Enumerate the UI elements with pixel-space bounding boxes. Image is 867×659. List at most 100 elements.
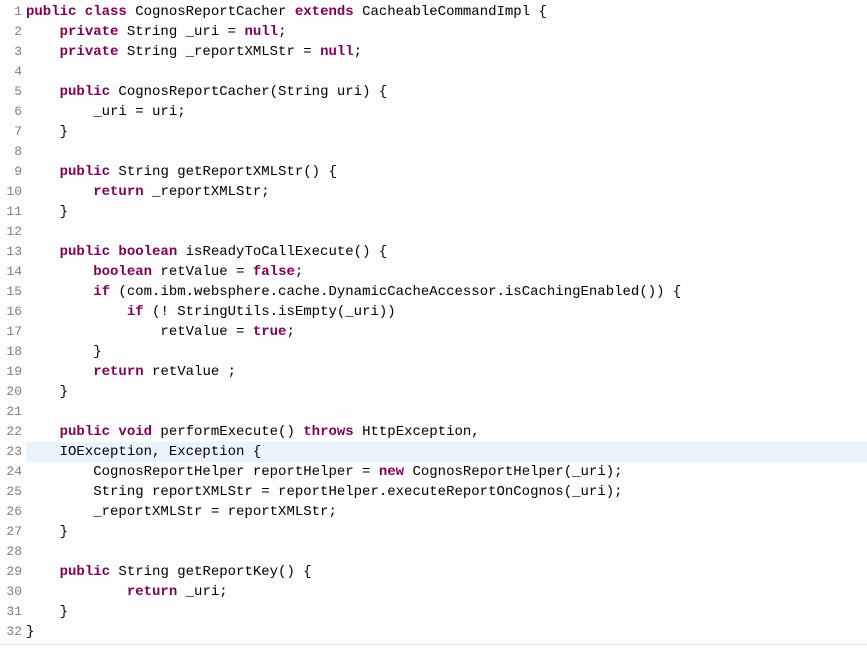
line-number: 20: [0, 382, 22, 402]
line-number: 12: [0, 222, 22, 242]
text-token: CacheableCommandImpl {: [354, 4, 547, 20]
text-token: _reportXMLStr = reportXMLStr;: [26, 504, 337, 520]
keyword-token: return: [93, 184, 143, 200]
line-number: 6: [0, 102, 22, 122]
keyword-token: public: [60, 164, 110, 180]
line-number: 7: [0, 122, 22, 142]
line-number: 29: [0, 562, 22, 582]
code-line: [26, 542, 867, 562]
line-number: 31: [0, 602, 22, 622]
text-token: String getReportXMLStr() {: [110, 164, 337, 180]
text-token: [26, 44, 60, 60]
keyword-token: public: [60, 84, 110, 100]
keyword-token: public boolean: [60, 244, 178, 260]
text-token: ;: [278, 24, 286, 40]
line-number: 24: [0, 462, 22, 482]
line-number: 2: [0, 22, 22, 42]
text-token: _uri;: [177, 584, 227, 600]
code-line: public void performExecute() throws Http…: [26, 422, 867, 442]
text-token: retValue =: [26, 324, 253, 340]
text-token: [26, 284, 93, 300]
text-token: _reportXMLStr;: [144, 184, 270, 200]
text-token: }: [26, 344, 102, 360]
text-token: [26, 304, 127, 320]
code-line: private String _reportXMLStr = null;: [26, 42, 867, 62]
code-line: String reportXMLStr = reportHelper.execu…: [26, 482, 867, 502]
text-token: ;: [286, 324, 294, 340]
code-line: }: [26, 122, 867, 142]
code-line: public CognosReportCacher(String uri) {: [26, 82, 867, 102]
text-token: [26, 144, 34, 160]
line-number: 5: [0, 82, 22, 102]
keyword-token: return: [127, 584, 177, 600]
text-token: performExecute(): [152, 424, 303, 440]
text-token: }: [26, 204, 68, 220]
keyword-token: false: [253, 264, 295, 280]
line-number: 8: [0, 142, 22, 162]
line-number: 21: [0, 402, 22, 422]
text-token: String getReportKey() {: [110, 564, 312, 580]
text-token: [26, 164, 60, 180]
text-token: CognosReportCacher: [135, 4, 295, 20]
code-line: }: [26, 202, 867, 222]
text-token: (com.ibm.websphere.cache.DynamicCacheAcc…: [110, 284, 681, 300]
text-token: CognosReportCacher(String uri) {: [110, 84, 387, 100]
line-number: 15: [0, 282, 22, 302]
text-token: [26, 184, 93, 200]
keyword-token: null: [320, 44, 354, 60]
line-number-gutter: 1234567891011121314151617181920212223242…: [0, 0, 26, 644]
text-token: String _reportXMLStr =: [118, 44, 320, 60]
code-line: CognosReportHelper reportHelper = new Co…: [26, 462, 867, 482]
text-token: String reportXMLStr = reportHelper.execu…: [26, 484, 623, 500]
code-line: if (! StringUtils.isEmpty(_uri)): [26, 302, 867, 322]
code-line: boolean retValue = false;: [26, 262, 867, 282]
line-number: 17: [0, 322, 22, 342]
keyword-token: public class: [26, 4, 135, 20]
text-token: HttpException,: [354, 424, 480, 440]
text-token: String _uri =: [118, 24, 244, 40]
code-line: [26, 222, 867, 242]
code-line: }: [26, 382, 867, 402]
line-number: 30: [0, 582, 22, 602]
code-line: return _reportXMLStr;: [26, 182, 867, 202]
keyword-token: true: [253, 324, 287, 340]
line-number: 4: [0, 62, 22, 82]
keyword-token: public: [60, 564, 110, 580]
code-line: return retValue ;: [26, 362, 867, 382]
code-line: return _uri;: [26, 582, 867, 602]
text-token: [26, 424, 60, 440]
text-token: [26, 544, 34, 560]
text-token: [26, 84, 60, 100]
code-line: _uri = uri;: [26, 102, 867, 122]
code-line: [26, 402, 867, 422]
line-number: 28: [0, 542, 22, 562]
text-token: }: [26, 384, 68, 400]
text-token: IOException, Exception {: [26, 444, 261, 460]
line-number: 13: [0, 242, 22, 262]
text-token: [26, 264, 93, 280]
line-number: 19: [0, 362, 22, 382]
text-token: [26, 24, 60, 40]
code-editor: 1234567891011121314151617181920212223242…: [0, 0, 867, 645]
text-token: retValue =: [152, 264, 253, 280]
text-token: }: [26, 624, 34, 640]
keyword-token: extends: [295, 4, 354, 20]
code-line: [26, 62, 867, 82]
code-line: [26, 142, 867, 162]
text-token: (! StringUtils.isEmpty(_uri)): [144, 304, 396, 320]
line-number: 16: [0, 302, 22, 322]
keyword-token: throws: [303, 424, 353, 440]
code-line: if (com.ibm.websphere.cache.DynamicCache…: [26, 282, 867, 302]
line-number: 14: [0, 262, 22, 282]
text-token: CognosReportHelper reportHelper =: [26, 464, 379, 480]
text-token: [26, 244, 60, 260]
keyword-token: public void: [60, 424, 152, 440]
keyword-token: if: [127, 304, 144, 320]
code-line: }: [26, 622, 867, 642]
code-line: retValue = true;: [26, 322, 867, 342]
line-number: 1: [0, 2, 22, 22]
code-line: private String _uri = null;: [26, 22, 867, 42]
text-token: [26, 224, 34, 240]
code-line: }: [26, 342, 867, 362]
text-token: [26, 564, 60, 580]
